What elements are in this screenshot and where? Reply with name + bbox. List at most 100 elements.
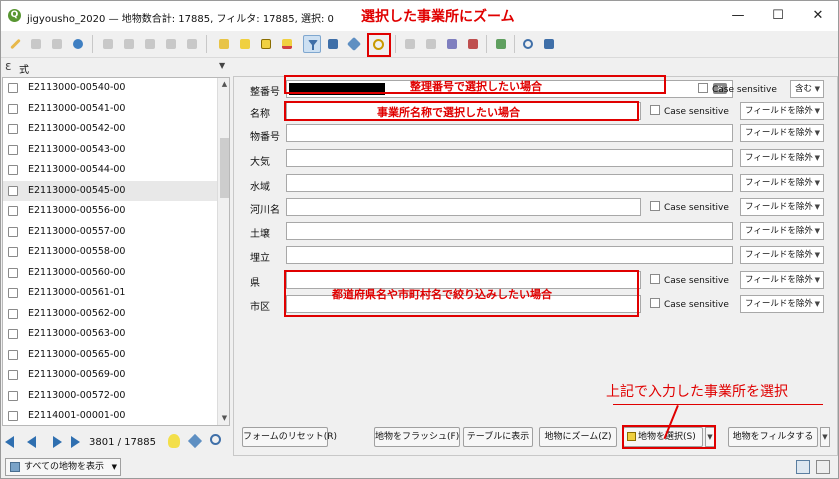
list-item-checkbox[interactable] [8, 206, 18, 216]
list-item-checkbox[interactable] [8, 329, 18, 339]
pan-icon[interactable] [187, 433, 203, 449]
maximize-button[interactable]: ☐ [761, 4, 795, 28]
text-input[interactable] [286, 246, 733, 264]
save-edits-icon[interactable] [48, 35, 66, 53]
show-all-features-button[interactable]: すべての地物を表示 ▼ [5, 458, 121, 476]
filter-features-icon[interactable] [303, 35, 321, 53]
invert-selection-icon[interactable] [257, 35, 275, 53]
next-feature-icon[interactable] [53, 436, 62, 448]
list-item-checkbox[interactable] [8, 308, 18, 319]
text-input[interactable] [286, 222, 733, 240]
checkbox-box[interactable] [698, 83, 708, 93]
case-sensitive-checkbox[interactable]: Case sensitive [650, 201, 729, 213]
add-feature-icon[interactable] [99, 35, 117, 53]
list-item-checkbox[interactable] [8, 390, 18, 401]
list-item-checkbox[interactable] [8, 411, 18, 421]
reset-form-button[interactable]: フォームのリセット(R) [242, 427, 337, 447]
exclude-field-dropdown[interactable]: フィールドを除外 ▼ [740, 222, 824, 240]
list-item[interactable]: E2113000-00540-00 [3, 78, 217, 98]
checkbox-box[interactable] [650, 105, 660, 115]
select-all-icon[interactable] [236, 35, 254, 53]
list-item[interactable]: E2113000-00557-00 [3, 222, 217, 242]
form-view-icon[interactable] [796, 460, 810, 474]
toggle-editing-icon[interactable] [6, 35, 24, 53]
chevron-down-icon[interactable]: ▼ [219, 61, 225, 70]
text-input[interactable] [286, 174, 733, 192]
list-item-checkbox[interactable] [8, 185, 18, 196]
scroll-up-icon[interactable]: ▲ [218, 78, 229, 91]
list-item-checkbox[interactable] [8, 370, 18, 380]
first-feature-icon[interactable] [5, 436, 14, 448]
cut-icon[interactable] [141, 35, 159, 53]
feature-list[interactable]: E2113000-00540-00 E2113000-00541-00 E21130… [2, 77, 230, 426]
flash-features-button[interactable]: 地物をフラッシュ(F) [374, 427, 460, 447]
list-item-checkbox[interactable] [8, 247, 18, 257]
exclude-field-dropdown[interactable]: フィールドを除外 ▼ [740, 198, 824, 216]
list-item-checkbox[interactable] [8, 83, 18, 93]
list-item[interactable]: E2113000-00565-00 [3, 345, 217, 365]
delete-feature-icon[interactable] [120, 35, 138, 53]
checkbox-box[interactable] [650, 274, 660, 284]
text-input[interactable] [286, 124, 733, 142]
lightbulb-icon[interactable] [168, 434, 180, 448]
close-button[interactable]: ✕ [801, 4, 835, 28]
text-input[interactable] [286, 149, 733, 167]
list-item-checkbox[interactable] [8, 226, 18, 237]
list-item-checkbox[interactable] [8, 165, 18, 175]
new-field-icon[interactable] [401, 35, 419, 53]
list-item-checkbox[interactable] [8, 144, 18, 155]
pan-to-selection-icon[interactable] [345, 35, 363, 53]
list-item[interactable]: E2113000-00561-01 [3, 283, 217, 303]
deselect-all-icon[interactable] [278, 35, 296, 53]
list-item[interactable]: E2113000-00558-00 [3, 242, 217, 262]
zoom-to-features-button[interactable]: 地物にズーム(Z) [539, 427, 617, 447]
select-by-expression-icon[interactable] [215, 35, 233, 53]
scroll-down-icon[interactable]: ▼ [218, 412, 229, 425]
list-item-checkbox[interactable] [8, 267, 18, 278]
case-sensitive-checkbox[interactable]: Case sensitive [650, 105, 729, 117]
copy-icon[interactable] [162, 35, 180, 53]
list-item[interactable]: E2114001-00001-00 [3, 406, 217, 425]
text-input[interactable] [286, 198, 641, 216]
list-item-checkbox[interactable] [8, 103, 18, 114]
filter-features-button[interactable]: 地物をフィルタする [728, 427, 818, 447]
list-item-checkbox[interactable] [8, 349, 18, 360]
checkbox-box[interactable] [650, 298, 660, 308]
scroll-thumb[interactable] [220, 138, 229, 198]
exclude-field-dropdown[interactable]: フィールドを除外 ▼ [740, 102, 824, 120]
list-item[interactable]: E2113000-00545-00 [3, 180, 217, 201]
match-dropdown[interactable]: 含む ▼ [790, 80, 824, 98]
reload-icon[interactable] [69, 35, 87, 53]
multi-edit-icon[interactable] [27, 35, 45, 53]
exclude-field-dropdown[interactable]: フィールドを除外 ▼ [740, 295, 824, 313]
minimize-button[interactable]: — [721, 4, 755, 28]
list-item[interactable]: E2113000-00541-00 [3, 99, 217, 119]
move-selection-top-icon[interactable] [324, 35, 342, 53]
checkbox-box[interactable] [650, 201, 660, 211]
exclude-field-dropdown[interactable]: フィールドを除外 ▼ [740, 271, 824, 289]
exclude-field-dropdown[interactable]: フィールドを除外 ▼ [740, 149, 824, 167]
list-item[interactable]: E2113000-00544-00 [3, 160, 217, 180]
previous-feature-icon[interactable] [27, 436, 36, 448]
conditional-formatting-icon[interactable] [464, 35, 482, 53]
show-in-table-button[interactable]: テーブルに表示 [463, 427, 533, 447]
expression-bar[interactable]: ε 式 ▼ [1, 58, 231, 76]
case-sensitive-checkbox[interactable]: Case sensitive [650, 274, 729, 286]
field-calculator-icon[interactable] [492, 35, 510, 53]
delete-field-icon[interactable] [422, 35, 440, 53]
list-item[interactable]: E2113000-00563-00 [3, 324, 217, 344]
paste-icon[interactable] [183, 35, 201, 53]
case-sensitive-checkbox[interactable]: Case sensitive [650, 298, 729, 310]
last-feature-icon[interactable] [71, 436, 80, 448]
filter-options-dropdown[interactable]: ▼ [820, 427, 830, 447]
list-item[interactable]: E2113000-00560-00 [3, 263, 217, 283]
list-item[interactable]: E2113000-00542-00 [3, 119, 217, 139]
case-sensitive-checkbox[interactable]: Case sensitive [698, 83, 777, 95]
table-view-icon[interactable] [816, 460, 830, 474]
exclude-field-dropdown[interactable]: フィールドを除外 ▼ [740, 246, 824, 264]
organize-columns-icon[interactable] [443, 35, 461, 53]
list-item[interactable]: E2113000-00543-00 [3, 140, 217, 160]
exclude-field-dropdown[interactable]: フィールドを除外 ▼ [740, 124, 824, 142]
list-item-checkbox[interactable] [8, 288, 18, 298]
zoom-icon[interactable] [210, 434, 221, 445]
